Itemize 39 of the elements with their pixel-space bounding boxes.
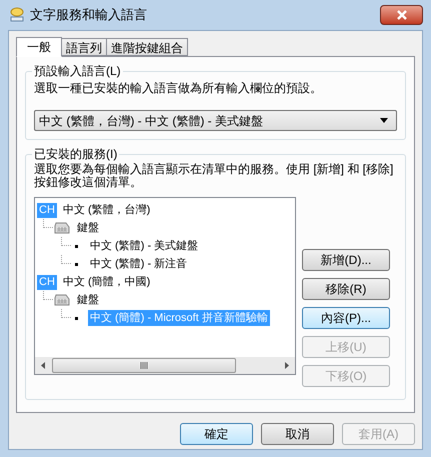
- tree-item[interactable]: 鍵盤: [75, 220, 101, 236]
- close-button[interactable]: [380, 5, 423, 25]
- tree-item[interactable]: 中文 (繁體，台灣): [60, 202, 152, 218]
- language-dropdown[interactable]: 中文 (繁體，台灣) - 中文 (繁體) - 美式鍵盤: [34, 110, 397, 131]
- window-title: 文字服務和輸入語言: [30, 6, 147, 24]
- language-badge: CH: [37, 202, 57, 218]
- dialog-button[interactable]: 取消: [261, 423, 334, 445]
- dialog-button[interactable]: 內容(P)...: [302, 307, 390, 329]
- tree-connector-line: [61, 309, 71, 318]
- bullet-icon: [75, 244, 78, 248]
- dropdown-arrow-icon: [380, 118, 388, 123]
- keyboard-icon: [53, 293, 71, 307]
- bullet-icon: [75, 262, 78, 266]
- close-icon: [396, 10, 408, 20]
- tree-connector-line: [43, 219, 53, 228]
- group-label: 已安裝的服務(I): [32, 146, 120, 162]
- dialog-button[interactable]: 新增(D)...: [302, 249, 390, 271]
- group-label: 預設輸入語言(L): [32, 63, 123, 79]
- tab[interactable]: 語言列: [61, 38, 107, 56]
- tree-item[interactable]: 中文 (繁體) - 新注音: [88, 256, 190, 272]
- keyboard-icon: [53, 221, 71, 235]
- tree-connector-line: [61, 255, 71, 264]
- dialog-button[interactable]: 移除(R): [302, 278, 390, 300]
- grip-icon: [140, 362, 148, 369]
- tree-item[interactable]: 中文 (簡體，中國): [60, 274, 152, 290]
- tree-item[interactable]: 鍵盤: [75, 292, 101, 308]
- dialog-button[interactable]: 確定: [180, 423, 253, 445]
- tree-connector-line: [43, 291, 53, 300]
- window-icon: [8, 7, 26, 23]
- bullet-icon: [75, 316, 78, 320]
- tab[interactable]: 進階按鍵組合: [106, 38, 188, 56]
- tree-connector-line: [61, 237, 71, 246]
- description-text: 選取您要為每個輸入語言顯示在清單中的服務。使用 [新增] 和 [移除] 按鈕修改這個清單。: [34, 163, 394, 189]
- scrollbar-thumb[interactable]: [52, 358, 236, 373]
- tree-item[interactable]: 中文 (繁體) - 美式鍵盤: [88, 238, 200, 254]
- language-badge: CH: [37, 274, 57, 290]
- description-text: 選取一種已安裝的輸入語言做為所有輸入欄位的預設。: [34, 80, 323, 96]
- horizontal-scrollbar[interactable]: [35, 357, 295, 374]
- tab[interactable]: 一般: [16, 37, 62, 57]
